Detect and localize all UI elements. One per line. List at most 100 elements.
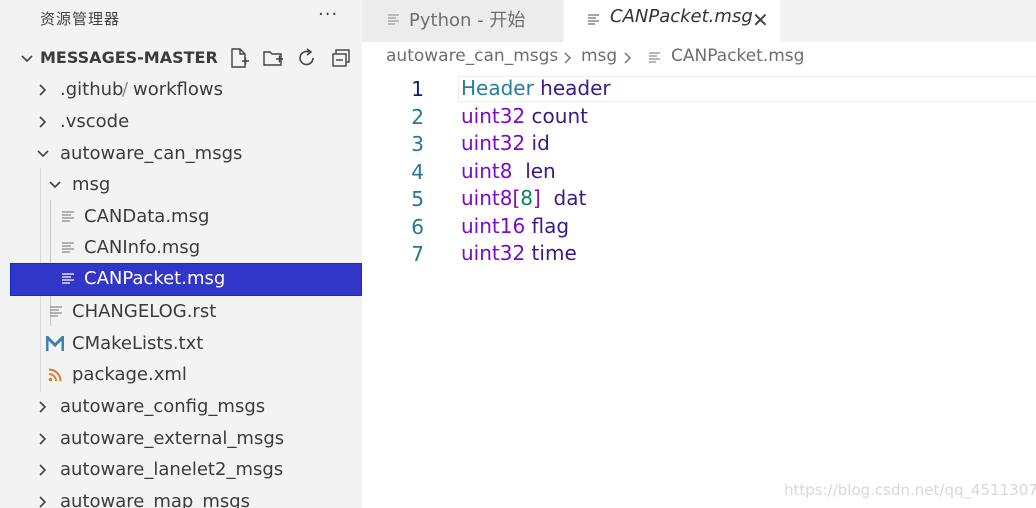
tree-folder-msg[interactable]: msg: [0, 170, 362, 200]
new-file-icon[interactable]: [228, 47, 250, 69]
line-number: 3: [411, 132, 424, 156]
code-token-type: uint16: [461, 214, 526, 238]
chevron-right-icon: [564, 52, 571, 64]
code-token-bracket: ]: [533, 186, 541, 210]
code-line[interactable]: Header header: [461, 76, 611, 100]
tree-item-label: autoware_can_msgs: [60, 143, 243, 164]
code-line[interactable]: uint32 time: [461, 241, 577, 265]
text-file-icon: [649, 52, 660, 63]
tree-folder-autoware-lanelet2-msgs[interactable]: autoware_lanelet2_msgs: [0, 455, 362, 485]
tree-item-label: CANPacket.msg: [84, 268, 226, 289]
tree-item-label: CMakeLists.txt: [72, 333, 204, 354]
code-token-field: time: [525, 241, 577, 265]
tab-python-welcome[interactable]: Python - 开始: [362, 0, 562, 42]
chevron-down-icon: [21, 55, 33, 63]
tree-item-label: autoware_config_msgs: [60, 396, 266, 417]
code-token-type: uint32: [461, 104, 526, 128]
path-separator: /: [122, 79, 129, 100]
chevron-right-icon: [39, 84, 47, 96]
code-token-field: flag: [525, 214, 570, 238]
text-file-icon: [62, 242, 74, 253]
root-folder-label: MESSAGES-MASTER: [40, 48, 218, 67]
tree-folder-vscode[interactable]: .vscode: [0, 107, 362, 137]
tree-file-candata[interactable]: CANData.msg: [0, 202, 362, 232]
tab-bar: Python - 开始 CANPacket.msg ✕: [362, 0, 1036, 42]
tree-file-changelog[interactable]: CHANGELOG.rst: [0, 297, 362, 327]
tree-folder-autoware-map-msgs[interactable]: autoware_map_msgs: [0, 487, 362, 508]
code-token-field: id: [525, 131, 550, 155]
rss-icon: [48, 368, 62, 382]
text-file-icon: [388, 14, 399, 25]
refresh-icon[interactable]: [296, 47, 318, 69]
tree-file-package-xml[interactable]: package.xml: [0, 360, 362, 390]
chevron-right-icon: [39, 116, 47, 128]
line-number: 1: [411, 77, 424, 101]
tab-label: Python - 开始: [409, 10, 526, 31]
tab-canpacket[interactable]: CANPacket.msg ✕: [564, 0, 780, 42]
tree-item-label: package.xml: [72, 364, 187, 385]
tree-file-canpacket[interactable]: CANPacket.msg: [10, 263, 362, 296]
collapse-all-icon[interactable]: [330, 47, 352, 69]
more-actions-button[interactable]: ···: [318, 4, 338, 25]
tree-file-caninfo[interactable]: CANInfo.msg: [0, 233, 362, 263]
chevron-right-icon: [39, 496, 47, 508]
tree-item-label: workflows: [133, 79, 224, 100]
line-number: 4: [411, 160, 424, 184]
code-token-field: dat: [540, 186, 587, 210]
line-number: 6: [411, 215, 424, 239]
tree-item-label: autoware_map_msgs: [60, 491, 251, 508]
root-folder[interactable]: MESSAGES-MASTER: [0, 43, 362, 73]
tree-folder-autoware-external-msgs[interactable]: autoware_external_msgs: [0, 424, 362, 454]
breadcrumb-item[interactable]: msg: [581, 46, 617, 66]
explorer-sidebar: 资源管理器 ··· MESSAGES-MASTER .github / work…: [0, 0, 362, 508]
breadcrumb-item[interactable]: CANPacket.msg: [671, 46, 804, 66]
code-line[interactable]: uint8[8] dat: [461, 186, 586, 210]
line-number: 7: [411, 242, 424, 266]
tree-item-label: .github: [60, 79, 124, 100]
tree-folder-autoware-config-msgs[interactable]: autoware_config_msgs: [0, 392, 362, 422]
text-file-icon: [62, 273, 74, 284]
new-folder-icon[interactable]: [262, 47, 284, 69]
chevron-right-icon: [624, 52, 631, 64]
code-token-type: uint8: [461, 186, 513, 210]
code-token-number: 8: [520, 186, 534, 210]
code-token-type: uint8: [461, 159, 513, 183]
line-number: 5: [411, 187, 424, 211]
tree-folder-autoware-can-msgs[interactable]: autoware_can_msgs: [0, 139, 362, 169]
code-line[interactable]: uint16 flag: [461, 214, 569, 238]
cmake-m-icon: [46, 336, 64, 351]
line-number: 2: [411, 105, 424, 129]
tree-item-label: autoware_lanelet2_msgs: [60, 459, 284, 480]
code-token-type: uint32: [461, 241, 526, 265]
chevron-down-icon: [49, 181, 61, 189]
code-line[interactable]: uint32 id: [461, 131, 550, 155]
tree-item-label: msg: [72, 174, 111, 195]
text-file-icon: [50, 306, 62, 317]
watermark: https://blog.csdn.net/qq_45113070: [784, 481, 1036, 499]
code-line[interactable]: uint32 count: [461, 104, 588, 128]
code-token-type: Header: [461, 76, 534, 100]
code-editor[interactable]: 1 Header header 2 uint32 count 3 uint32 …: [362, 74, 1036, 508]
chevron-right-icon: [39, 433, 47, 445]
code-token-field: count: [525, 104, 588, 128]
close-icon[interactable]: ✕: [752, 8, 769, 32]
text-file-icon: [62, 211, 74, 222]
tab-label: CANPacket.msg: [610, 6, 753, 27]
chevron-right-icon: [39, 401, 47, 413]
tree-item-label: autoware_external_msgs: [60, 428, 285, 449]
tree-file-cmakelists[interactable]: CMakeLists.txt: [0, 329, 362, 359]
code-token-field: len: [512, 159, 556, 183]
code-token-type: uint32: [461, 131, 526, 155]
tree-item-label: CANData.msg: [84, 206, 210, 227]
tree-folder-github[interactable]: .github / workflows: [0, 75, 362, 105]
code-token-field: header: [533, 76, 611, 100]
breadcrumb-item[interactable]: autoware_can_msgs: [386, 46, 558, 66]
chevron-down-icon: [37, 150, 49, 158]
code-line[interactable]: uint8 len: [461, 159, 556, 183]
tree-item-label: CHANGELOG.rst: [72, 301, 217, 322]
explorer-title: 资源管理器: [40, 10, 121, 28]
tree-item-label: CANInfo.msg: [84, 237, 201, 258]
tree-item-label: .vscode: [60, 111, 130, 132]
explorer-header: 资源管理器 ···: [0, 0, 362, 36]
text-file-icon: [588, 14, 599, 25]
